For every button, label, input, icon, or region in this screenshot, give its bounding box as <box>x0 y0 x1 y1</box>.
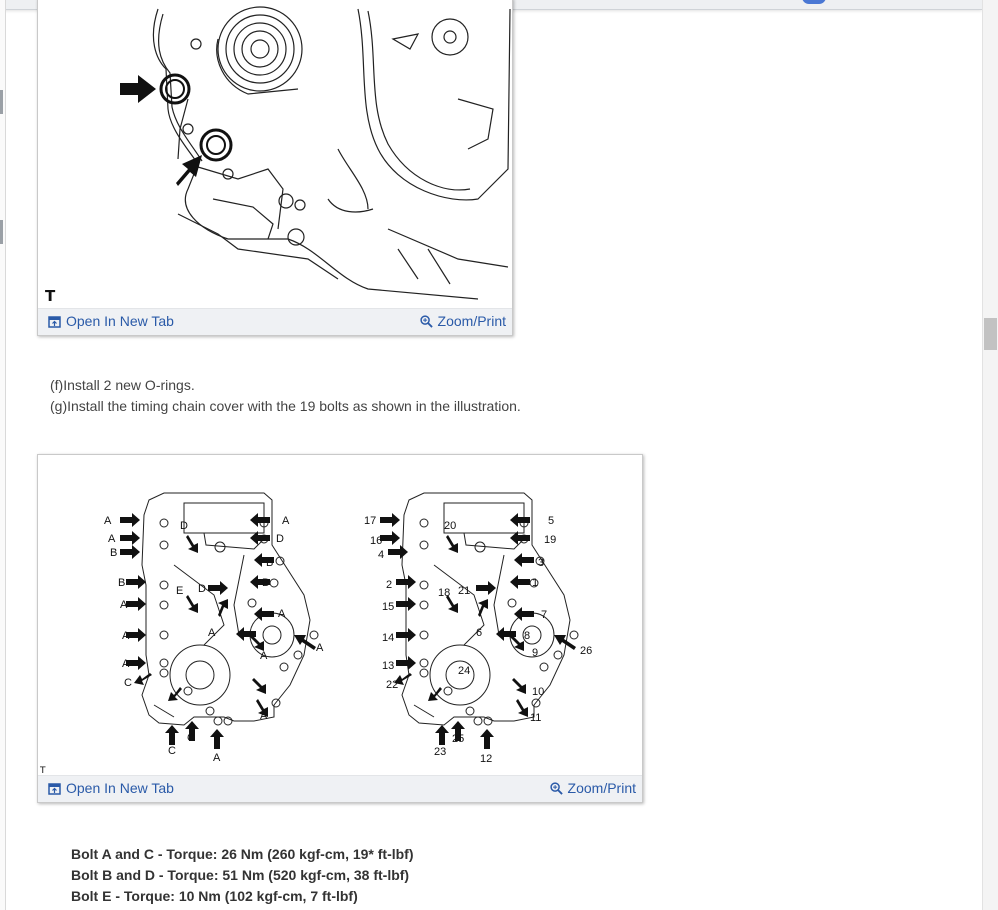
bolt-number: 20 <box>444 520 456 532</box>
figure-timing-cover-bolts: A A B B A A A C D E D A A A A A B B D A … <box>37 454 643 803</box>
bolt-number: 4 <box>378 549 384 561</box>
figure-toolbar: Open In New Tab Zoom/Print <box>38 308 512 335</box>
instruction-steps: (f)Install 2 new O-rings. (g)Install the… <box>50 375 521 417</box>
figure-marker: T <box>45 287 56 305</box>
torque-spec: Bolt E - Torque: 10 Nm (102 kgf-cm, 7 ft… <box>71 888 358 904</box>
bolt-label: A <box>122 630 130 642</box>
instruction-step: (f)Install 2 new O-rings. <box>50 377 195 393</box>
page-scrollbar[interactable] <box>982 0 998 910</box>
bolt-number: 25 <box>452 733 464 745</box>
bolt-number: 11 <box>530 712 541 724</box>
bolt-number: 2 <box>386 579 392 591</box>
bolt-label: B <box>118 577 125 589</box>
bolt-label: A <box>282 515 290 527</box>
bolt-number: 24 <box>458 665 470 677</box>
bolt-label: A <box>104 515 112 527</box>
zoom-print-link[interactable]: Zoom/Print <box>419 313 506 329</box>
bolt-number: 7 <box>541 609 547 621</box>
bolt-label: C <box>187 732 195 744</box>
bolt-number: 16 <box>370 535 382 547</box>
bolt-number: 15 <box>382 601 394 613</box>
bolt-number: 6 <box>476 627 482 639</box>
bolt-number: 14 <box>382 632 394 644</box>
bolt-number: 10 <box>532 686 544 698</box>
bolt-label: A <box>260 650 268 662</box>
bolt-label: A <box>260 710 268 722</box>
zoom-print-label: Zoom/Print <box>437 313 506 329</box>
bolt-label: E <box>176 585 183 597</box>
bolt-label: D <box>180 520 188 532</box>
bolt-label: B <box>110 547 117 559</box>
magnifier-zoom-icon <box>419 314 433 328</box>
bolt-number: 22 <box>386 679 398 691</box>
profile-avatar-icon[interactable] <box>802 0 826 4</box>
bolt-number: 13 <box>382 660 394 672</box>
bolt-number: 18 <box>438 587 450 599</box>
bolt-number: 17 <box>364 515 376 527</box>
open-in-new-tab-link[interactable]: Open In New Tab <box>48 313 174 329</box>
zoom-print-label: Zoom/Print <box>567 780 636 796</box>
bolt-number: 3 <box>538 557 544 569</box>
bolt-number: 26 <box>580 645 592 657</box>
bolt-label: C <box>124 677 132 689</box>
bolt-label: D <box>198 583 206 595</box>
open-in-new-tab-icon <box>48 315 61 328</box>
bolt-label: A <box>120 599 128 611</box>
bolt-number: 21 <box>458 585 470 597</box>
bolt-label: A <box>108 533 116 545</box>
open-in-new-tab-label: Open In New Tab <box>66 780 174 796</box>
torque-spec: Bolt B and D - Torque: 51 Nm (520 kgf-cm… <box>71 867 410 883</box>
bolt-number: 8 <box>524 630 530 642</box>
bolt-label: A <box>316 642 324 654</box>
bolt-label: A <box>278 608 286 620</box>
bolt-label: A <box>213 752 221 764</box>
instruction-step: (g)Install the timing chain cover with t… <box>50 398 521 414</box>
open-in-new-tab-link[interactable]: Open In New Tab <box>48 780 174 796</box>
bolt-number: 12 <box>480 753 492 765</box>
bolt-label: D <box>276 533 284 545</box>
bolt-number: 19 <box>544 534 556 546</box>
figure-toolbar: Open In New Tab Zoom/Print <box>38 775 642 802</box>
bolt-label: C <box>168 745 176 757</box>
bolt-label: A <box>122 658 130 670</box>
bolt-label: A <box>208 627 216 639</box>
oil-seal-diagram <box>120 6 511 300</box>
bolt-number: 23 <box>434 746 446 758</box>
bolt-label: B <box>262 577 269 589</box>
open-in-new-tab-label: Open In New Tab <box>66 313 174 329</box>
bolt-number: 1 <box>532 577 538 589</box>
scrollbar-thumb[interactable] <box>984 318 997 350</box>
magnifier-zoom-icon <box>549 781 563 795</box>
bolt-label: B <box>266 557 273 569</box>
torque-specifications: Bolt A and C - Torque: 26 Nm (260 kgf-cm… <box>71 844 414 907</box>
left-panel-edge <box>0 0 6 910</box>
timing-cover-bolt-diagram: A A B B A A A C D E D A A A A A B B D A … <box>104 492 592 765</box>
panel-handle-icon <box>0 220 3 244</box>
panel-handle-icon <box>0 90 3 114</box>
zoom-print-link[interactable]: Zoom/Print <box>549 780 636 796</box>
bolt-number: 5 <box>548 515 554 527</box>
torque-spec: Bolt A and C - Torque: 26 Nm (260 kgf-cm… <box>71 846 414 862</box>
figure-oil-seals: T Open In New Tab Zoom/Print <box>37 0 513 336</box>
bolt-number: 9 <box>532 647 538 659</box>
open-in-new-tab-icon <box>48 782 61 795</box>
